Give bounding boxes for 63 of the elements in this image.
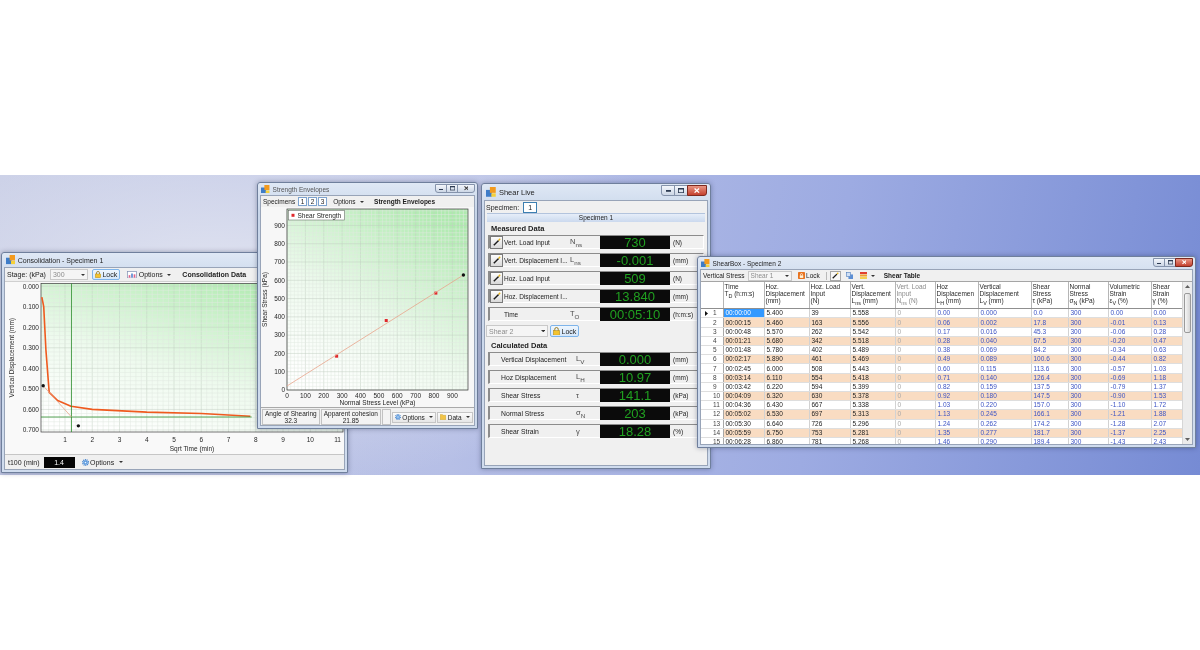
maximize-icon [1167,260,1173,265]
value-display: 509 [600,271,670,285]
close-button[interactable] [457,184,475,194]
edit-button[interactable] [490,271,503,285]
lock-icon [94,271,101,278]
minimize-icon [438,188,444,191]
close-button[interactable] [687,185,708,196]
minimize-icon [665,190,671,193]
caret-icon [784,274,789,277]
close-icon [1181,260,1187,265]
caret-icon [118,461,123,463]
app-icon [261,184,270,194]
edit-button[interactable] [490,289,503,303]
folder-icon [440,414,447,420]
current-row-icon [705,310,708,316]
value-display: 13.840 [600,289,670,303]
app-icon [5,255,15,265]
close-icon [694,187,701,193]
color-bars-icon [859,272,867,279]
scroll-thumb[interactable] [1184,293,1191,333]
value-display: -0.001 [600,253,670,267]
value-display: 18.28 [600,424,670,438]
toolbar-button[interactable] [857,270,877,281]
caret-icon [466,416,470,418]
value-display: 0.000 [600,352,670,366]
chart-icon [127,270,138,279]
lock-icon [553,326,560,336]
scroll-up-icon [1185,285,1190,288]
data-point [434,291,438,295]
edit-button[interactable] [829,270,841,281]
edit-button[interactable] [490,253,503,267]
caret-icon [870,274,875,277]
pencil-icon [492,256,501,264]
lock-icon [797,272,805,279]
minimize-icon [1156,262,1162,265]
scroll-down-icon [1185,438,1190,441]
caret-icon [167,273,172,276]
pencil-icon [831,272,839,279]
value-display: 10.97 [600,370,670,384]
scrollbar[interactable] [1182,282,1192,444]
edit-button[interactable] [490,235,503,249]
caret-icon [540,329,545,333]
maximize-icon [678,187,685,193]
data-point [335,354,339,358]
maximize-icon [449,186,455,191]
pencil-icon [492,274,501,282]
app-icon [701,258,710,268]
close-icon [463,186,469,191]
pencil-icon [492,292,501,300]
caret-icon [80,273,85,276]
value-display: 203 [600,406,670,420]
caret-icon [360,200,365,203]
value-display: 141.1 [600,388,670,402]
app-icon [485,187,496,197]
caret-icon [429,416,434,418]
value-display: 730 [600,235,670,249]
pencil-icon [492,238,501,246]
value-display: 00:05:10 [600,307,670,321]
data-point [384,319,388,322]
close-button[interactable] [1175,258,1193,268]
gear-icon [394,414,401,420]
stacked-squares-icon [845,272,853,279]
gear-icon [81,458,89,466]
